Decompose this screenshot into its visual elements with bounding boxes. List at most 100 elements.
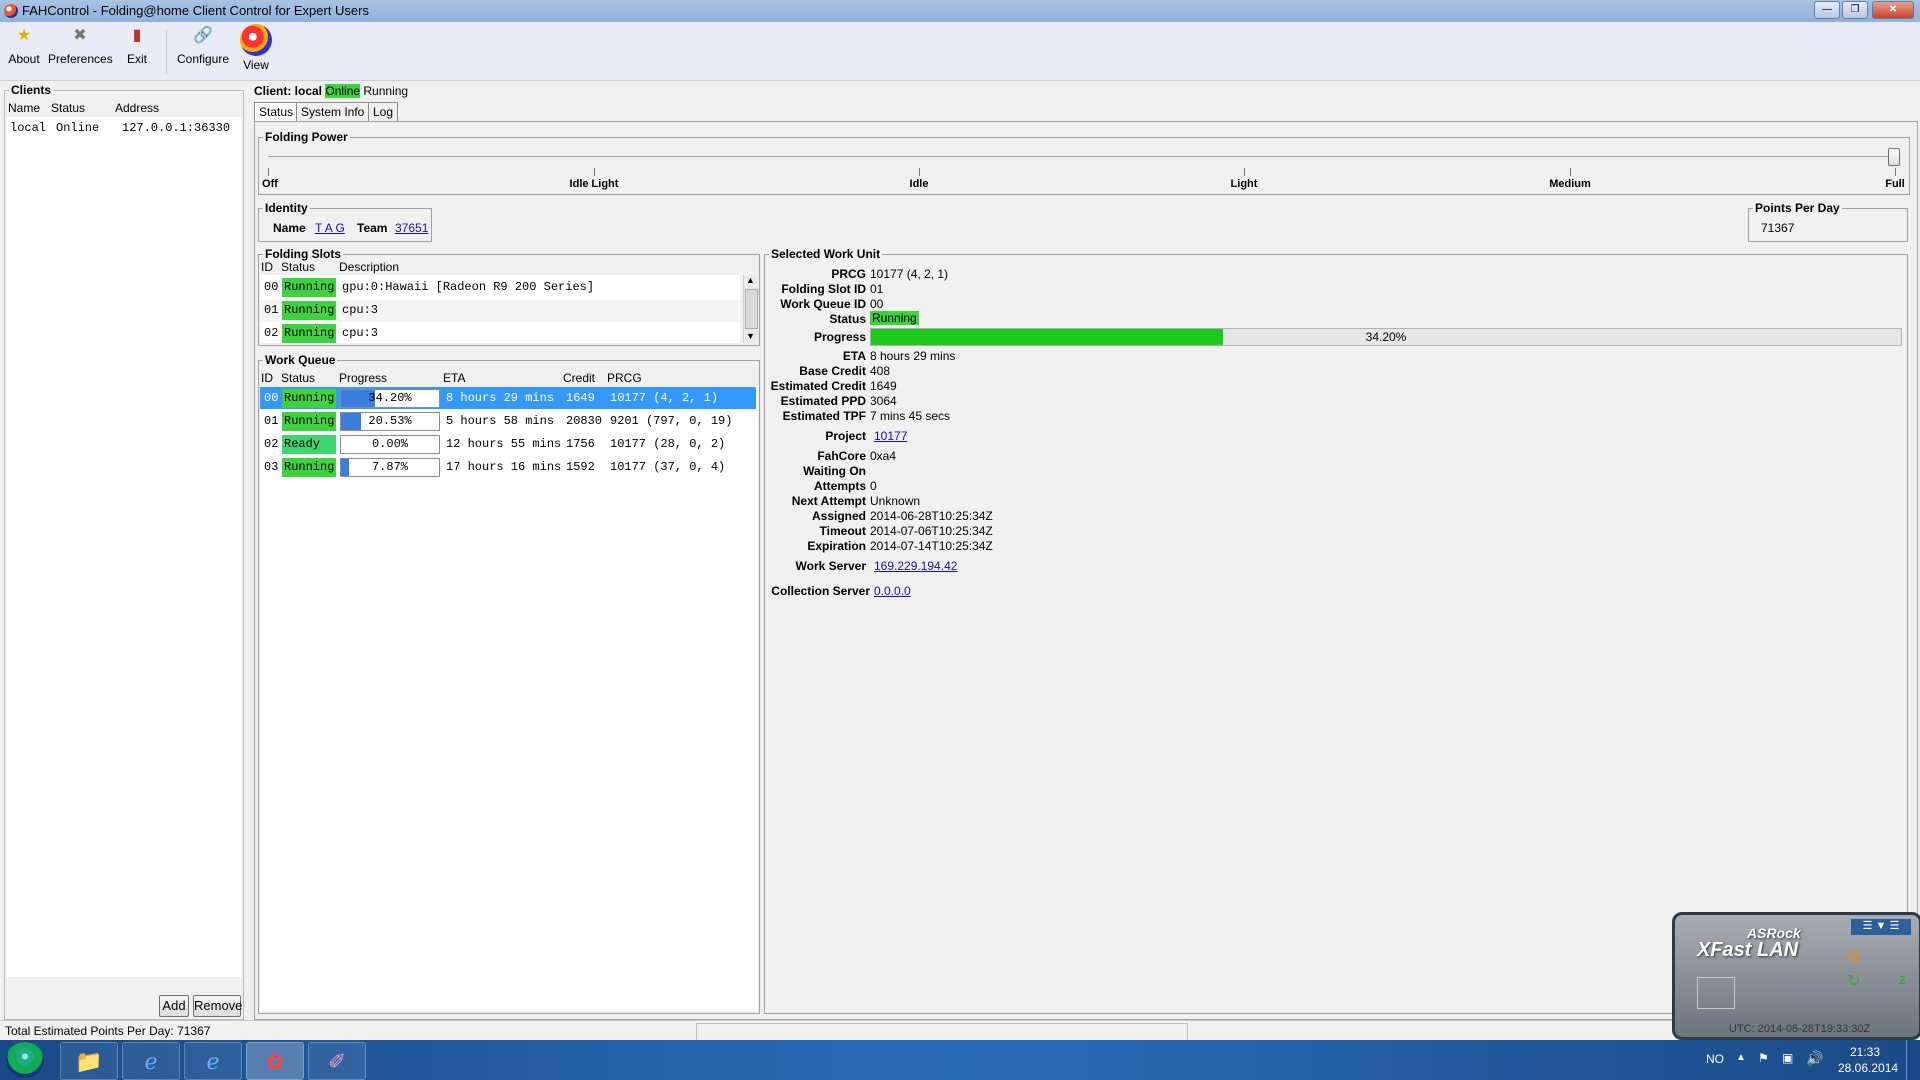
ppd-value: 71367 bbox=[1761, 221, 1795, 235]
preferences-button[interactable]: ✖ Preferences bbox=[48, 26, 113, 66]
exit-button[interactable]: ▮ Exit bbox=[122, 26, 152, 66]
queue-progress-text: 34.20% bbox=[368, 391, 412, 405]
window-title: FAHControl - Folding@home Client Control… bbox=[22, 3, 369, 18]
queue-col-progress: Progress bbox=[339, 371, 388, 385]
toolbar-separator bbox=[166, 30, 167, 74]
widget-menu-icon[interactable]: ☰ ▼ ☰ bbox=[1851, 919, 1911, 935]
folding-power-title: Folding Power bbox=[263, 130, 350, 144]
queue-id: 03 bbox=[264, 460, 279, 474]
wu-collection-server-label: Collection Server bbox=[771, 584, 870, 598]
start-button[interactable] bbox=[6, 1042, 44, 1078]
folder-icon: 📁 bbox=[75, 1049, 103, 1074]
volume-icon[interactable]: 🔊 bbox=[1806, 1050, 1823, 1067]
wu-project-label: Project bbox=[825, 429, 866, 443]
tab-system-info[interactable]: System Info bbox=[296, 102, 370, 121]
wu-assigned-label: Assigned bbox=[811, 509, 866, 523]
wu-attempts-value: 0 bbox=[870, 479, 877, 493]
wu-eta-label: ETA bbox=[842, 349, 866, 363]
slot-id: 01 bbox=[264, 303, 279, 317]
work-queue-title: Work Queue bbox=[263, 353, 338, 367]
queue-progress-text: 0.00% bbox=[371, 437, 408, 451]
folding-power-thumb[interactable] bbox=[1888, 148, 1900, 166]
power-label-full: Full bbox=[1885, 178, 1905, 190]
view-button[interactable]: View bbox=[238, 24, 274, 72]
ie-taskbar-button[interactable]: ℯ bbox=[122, 1042, 180, 1080]
folding-power-track[interactable] bbox=[268, 156, 1896, 157]
queue-progress-bar: 0.00% bbox=[340, 435, 440, 454]
wu-project-link[interactable]: 10177 bbox=[874, 429, 907, 443]
about-button[interactable]: ★ About bbox=[6, 26, 42, 66]
clock-date[interactable]: 28.06.2014 bbox=[1838, 1061, 1898, 1075]
widget-gear-icon[interactable]: ⚙ bbox=[1847, 947, 1861, 967]
power-tick bbox=[594, 168, 595, 176]
wu-fahcore-value: 0xa4 bbox=[870, 449, 897, 463]
identity-team-label: Team bbox=[357, 221, 388, 235]
language-indicator[interactable]: NO bbox=[1706, 1052, 1724, 1066]
client-online-badge: Online bbox=[325, 84, 361, 98]
paint-taskbar-button[interactable]: ✐ bbox=[308, 1042, 366, 1080]
queue-eta: 5 hours 58 mins bbox=[446, 414, 555, 428]
exit-icon: ▮ bbox=[132, 27, 142, 44]
tab-status[interactable]: Status bbox=[254, 102, 299, 122]
client-state: Running bbox=[363, 84, 409, 98]
tab-log[interactable]: Log bbox=[368, 102, 399, 121]
ie-icon: ℯ bbox=[144, 1049, 158, 1074]
queue-eta: 8 hours 29 mins bbox=[446, 391, 555, 405]
maximize-button[interactable]: ❐ bbox=[1842, 1, 1868, 19]
show-desktop-button[interactable] bbox=[1906, 1040, 1920, 1080]
queue-status-badge: Running bbox=[282, 412, 336, 431]
wu-work-server-label: Work Server bbox=[795, 559, 866, 573]
folding-slots-title: Folding Slots bbox=[263, 247, 343, 261]
wu-next-attempt-value: Unknown bbox=[870, 494, 921, 508]
clients-list[interactable]: local Online 127.0.0.1:36330 bbox=[6, 117, 242, 977]
queue-id: 01 bbox=[264, 414, 279, 428]
widget-bars-icon bbox=[1697, 977, 1735, 1009]
wu-est-credit-label: Estimated Credit bbox=[770, 379, 866, 393]
fahcontrol-taskbar-button[interactable]: ✿ bbox=[246, 1042, 304, 1080]
client-row[interactable]: local Online 127.0.0.1:36330 bbox=[10, 121, 230, 135]
show-hidden-icons[interactable]: ▲ bbox=[1736, 1052, 1746, 1063]
queue-status-badge: Running bbox=[282, 389, 336, 408]
wu-expiration-label: Expiration bbox=[807, 539, 866, 553]
ie-window-taskbar-button[interactable]: ℯ bbox=[184, 1042, 242, 1080]
clients-col-name: Name bbox=[8, 101, 41, 115]
wu-waiting-label: Waiting On bbox=[803, 464, 866, 478]
slots-col-status: Status bbox=[281, 260, 316, 274]
slot-description: gpu:0:Hawaii [Radeon R9 200 Series] bbox=[342, 280, 595, 294]
wu-work-server-link[interactable]: 169.229.194.42 bbox=[874, 559, 957, 573]
widget-count: 2 bbox=[1899, 973, 1906, 987]
identity-name-link[interactable]: T A G bbox=[315, 221, 345, 235]
clock-time[interactable]: 21:33 bbox=[1850, 1045, 1880, 1059]
wu-status-label: Status bbox=[829, 312, 866, 326]
client-status: Online bbox=[56, 121, 100, 135]
xfast-lan-widget[interactable]: ASRock XFast LAN ☰ ▼ ☰ ⚙ ↻ 2 UTC: 2014-0… bbox=[1672, 912, 1920, 1040]
queue-progress-bar: 7.87% bbox=[340, 458, 440, 477]
fah-icon: ✿ bbox=[265, 1049, 285, 1074]
xfast-lan-logo: ASRock XFast LAN bbox=[1687, 925, 1837, 961]
identity-title: Identity bbox=[263, 201, 310, 215]
queue-eta: 12 hours 55 mins bbox=[446, 437, 562, 451]
queue-status-badge: Running bbox=[282, 458, 336, 477]
explorer-taskbar-button[interactable]: 📁 bbox=[60, 1042, 118, 1080]
star-icon: ★ bbox=[16, 27, 32, 44]
minimize-button[interactable]: — bbox=[1814, 1, 1840, 19]
add-client-button[interactable]: Add bbox=[159, 995, 189, 1017]
network-icon[interactable]: ▣ bbox=[1782, 1051, 1793, 1065]
selected-work-unit-title: Selected Work Unit bbox=[769, 247, 883, 261]
identity-team-link[interactable]: 37651 bbox=[395, 221, 428, 235]
wu-collection-server-link[interactable]: 0.0.0.0 bbox=[874, 584, 911, 598]
configure-button[interactable]: 🔗 Configure bbox=[174, 26, 232, 66]
wu-progress-bar: 34.20% bbox=[870, 328, 1902, 346]
wu-est-tpf-value: 7 mins 45 secs bbox=[870, 409, 951, 423]
power-label-off: Off bbox=[262, 178, 278, 190]
widget-refresh-icon[interactable]: ↻ bbox=[1847, 971, 1860, 991]
wu-est-ppd-label: Estimated PPD bbox=[780, 394, 866, 408]
queue-id: 00 bbox=[264, 391, 279, 405]
widget-utc: UTC: 2014-06-28T19:33:30Z bbox=[1729, 1023, 1871, 1035]
action-center-flag-icon[interactable]: ⚑ bbox=[1758, 1051, 1769, 1065]
remove-client-button[interactable]: Remove bbox=[193, 995, 242, 1017]
power-label-light: Light bbox=[1230, 178, 1258, 190]
wu-timeout-label: Timeout bbox=[819, 524, 866, 538]
wu-est-tpf-label: Estimated TPF bbox=[782, 409, 866, 423]
close-button[interactable]: ✕ bbox=[1872, 1, 1914, 19]
